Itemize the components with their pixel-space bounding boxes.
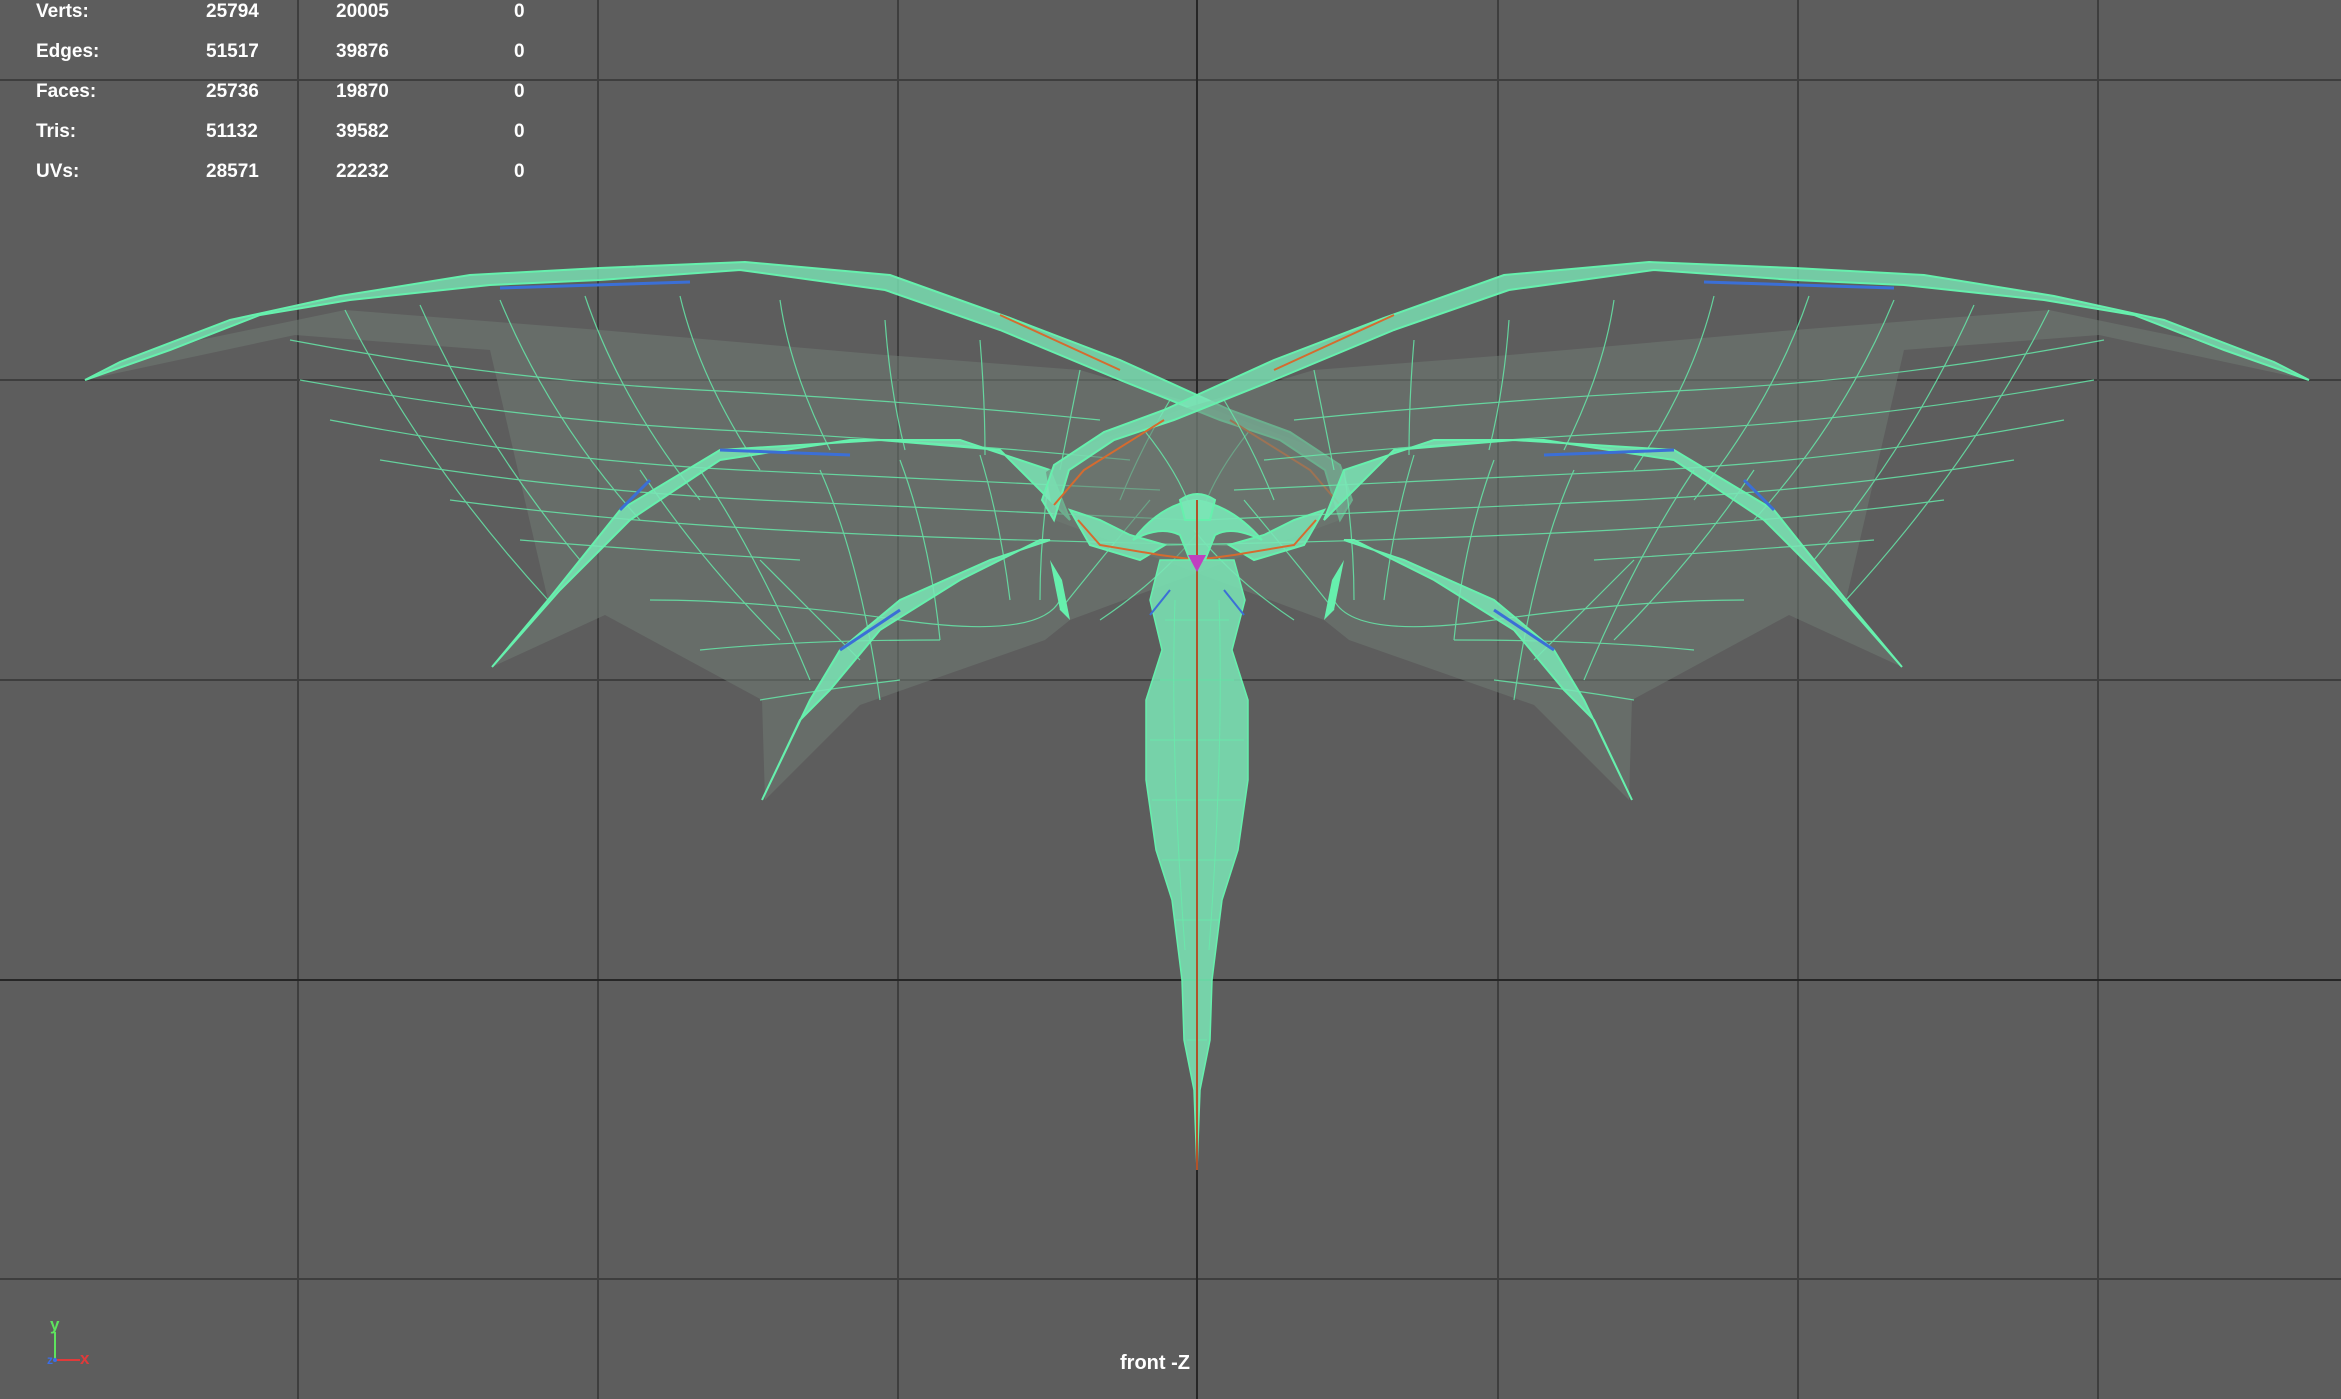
hud-label: Edges: (36, 41, 100, 62)
hud-label: UVs: (36, 161, 80, 182)
hud-value: 0 (514, 1, 525, 22)
hud-value: 0 (514, 161, 525, 182)
hud-value: 51517 (206, 41, 259, 62)
hud-value: 39876 (336, 41, 389, 62)
camera-name-label: front -Z (1120, 1352, 1190, 1374)
hud-value: 20005 (336, 1, 389, 22)
hud-value: 51132 (206, 121, 258, 142)
hud-value: 0 (514, 41, 525, 62)
hud-value: 22232 (336, 161, 389, 182)
bat-creature-mesh[interactable] (0, 0, 2341, 1399)
hud-label: Verts: (36, 1, 89, 22)
hud-value: 0 (514, 81, 525, 102)
hud-value: 25736 (206, 81, 259, 102)
axis-z-label: z (47, 1353, 53, 1367)
hud-value: 39582 (336, 121, 389, 142)
hud-value: 19870 (336, 81, 389, 102)
axis-y-label: y (50, 1315, 60, 1334)
axis-x-label: x (80, 1349, 90, 1368)
axis-orientation-gizmo: y z x (44, 1316, 104, 1372)
hud-value: 0 (514, 121, 525, 142)
hud-value: 28571 (206, 161, 259, 182)
hud-label: Tris: (36, 121, 77, 142)
poly-count-hud: Verts: 25794 20005 0 Edges: 51517 39876 … (0, 0, 560, 190)
hud-value: 25794 (206, 1, 259, 22)
hud-label: Faces: (36, 81, 97, 102)
front-viewport[interactable]: Verts: 25794 20005 0 Edges: 51517 39876 … (0, 0, 2341, 1399)
